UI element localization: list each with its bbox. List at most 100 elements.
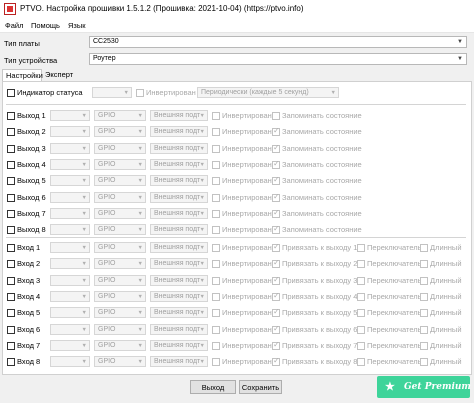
input-5-enable-checkbox[interactable] (7, 309, 15, 318)
tab-expert[interactable]: Эксперт (42, 69, 76, 81)
input-6-pin-select[interactable]: ▼ (50, 323, 90, 335)
input-7-inverted-checkbox[interactable] (212, 341, 220, 350)
input-3-switch-checkbox[interactable] (357, 276, 365, 285)
output-5-type-select[interactable]: GPIO ▼ (94, 175, 146, 187)
status-inverted-checkbox[interactable] (136, 89, 144, 97)
output-4-enable-checkbox[interactable] (7, 160, 15, 169)
input-6-inverted-checkbox[interactable] (212, 325, 220, 334)
output-1-pin-select[interactable]: ▼ (50, 110, 90, 121)
status-pin-select[interactable]: ▼ (92, 87, 132, 98)
input-1-inverted-checkbox[interactable] (212, 244, 220, 252)
input-1-enable-checkbox[interactable] (7, 244, 15, 252)
output-3-enable-checkbox[interactable] (7, 144, 15, 153)
input-3-pull-select[interactable]: Внешняя подт ▼ (150, 274, 208, 286)
input-6-bind-checkbox[interactable] (272, 324, 280, 334)
input-7-bind-checkbox[interactable] (272, 340, 280, 350)
input-5-long-checkbox[interactable] (420, 309, 428, 318)
output-1-enable-checkbox[interactable] (7, 112, 15, 120)
input-5-switch-checkbox[interactable] (357, 309, 365, 318)
output-1-pull-select[interactable]: Внешняя подт ▼ (150, 110, 208, 121)
input-2-switch-checkbox[interactable] (357, 260, 365, 269)
input-3-pin-select[interactable]: ▼ (50, 274, 90, 286)
input-2-inverted-checkbox[interactable] (212, 260, 220, 269)
input-5-pull-select[interactable]: Внешняя подт ▼ (150, 307, 208, 319)
output-2-inverted-checkbox[interactable] (212, 128, 220, 137)
input-6-type-select[interactable]: GPIO ▼ (94, 323, 146, 335)
output-5-pin-select[interactable]: ▼ (50, 175, 90, 187)
output-2-pull-select[interactable]: Внешняя подт ▼ (150, 126, 208, 138)
output-8-type-select[interactable]: GPIO ▼ (94, 224, 146, 236)
output-6-pull-select[interactable]: Внешняя подт ▼ (150, 191, 208, 203)
device-type-select[interactable]: Роутер ▼ (89, 53, 467, 65)
input-1-bind-checkbox[interactable] (272, 242, 280, 252)
output-6-inverted-checkbox[interactable] (212, 193, 220, 202)
input-2-enable-checkbox[interactable] (7, 260, 15, 269)
output-8-enable-checkbox[interactable] (7, 226, 15, 235)
output-4-remember-checkbox[interactable] (272, 159, 280, 169)
input-3-long-checkbox[interactable] (420, 276, 428, 285)
output-7-inverted-checkbox[interactable] (212, 209, 220, 218)
output-4-inverted-checkbox[interactable] (212, 160, 220, 169)
menu-language[interactable]: Язык (68, 21, 86, 30)
input-6-pull-select[interactable]: Внешняя подт ▼ (150, 323, 208, 335)
menu-help[interactable]: Помощь (31, 21, 60, 30)
input-5-bind-checkbox[interactable] (272, 307, 280, 318)
input-6-enable-checkbox[interactable] (7, 325, 15, 334)
output-2-pin-select[interactable]: ▼ (50, 126, 90, 138)
output-2-remember-checkbox[interactable] (272, 126, 280, 137)
output-8-pin-select[interactable]: ▼ (50, 224, 90, 236)
input-5-type-select[interactable]: GPIO ▼ (94, 307, 146, 319)
input-3-enable-checkbox[interactable] (7, 276, 15, 285)
input-6-switch-checkbox[interactable] (357, 325, 365, 334)
input-7-enable-checkbox[interactable] (7, 341, 15, 350)
output-4-pin-select[interactable]: ▼ (50, 158, 90, 170)
output-3-type-select[interactable]: GPIO ▼ (94, 142, 146, 154)
input-1-pin-select[interactable]: ▼ (50, 242, 90, 253)
input-1-type-select[interactable]: GPIO ▼ (94, 242, 146, 253)
board-type-select[interactable]: CC2530 ▼ (89, 36, 467, 48)
input-8-switch-checkbox[interactable] (357, 358, 365, 367)
output-2-enable-checkbox[interactable] (7, 128, 15, 137)
output-7-type-select[interactable]: GPIO ▼ (94, 207, 146, 219)
input-4-switch-checkbox[interactable] (357, 292, 365, 301)
input-7-pull-select[interactable]: Внешняя подт ▼ (150, 339, 208, 351)
output-4-type-select[interactable]: GPIO ▼ (94, 158, 146, 170)
input-2-bind-checkbox[interactable] (272, 258, 280, 269)
input-4-long-checkbox[interactable] (420, 292, 428, 301)
output-7-pull-select[interactable]: Внешняя подт ▼ (150, 207, 208, 219)
output-5-remember-checkbox[interactable] (272, 175, 280, 186)
input-3-inverted-checkbox[interactable] (212, 276, 220, 285)
input-5-pin-select[interactable]: ▼ (50, 307, 90, 319)
input-2-pin-select[interactable]: ▼ (50, 258, 90, 270)
input-7-switch-checkbox[interactable] (357, 341, 365, 350)
input-8-long-checkbox[interactable] (420, 358, 428, 367)
menu-file[interactable]: Файл (5, 21, 23, 30)
output-7-enable-checkbox[interactable] (7, 209, 15, 218)
save-button[interactable]: Сохранить (239, 380, 282, 394)
output-6-remember-checkbox[interactable] (272, 192, 280, 202)
output-5-inverted-checkbox[interactable] (212, 177, 220, 186)
input-8-inverted-checkbox[interactable] (212, 358, 220, 367)
output-5-pull-select[interactable]: Внешняя подт ▼ (150, 175, 208, 187)
input-7-long-checkbox[interactable] (420, 341, 428, 350)
output-7-pin-select[interactable]: ▼ (50, 207, 90, 219)
output-1-remember-checkbox[interactable] (272, 112, 280, 120)
output-7-remember-checkbox[interactable] (272, 208, 280, 218)
output-3-remember-checkbox[interactable] (272, 143, 280, 153)
input-8-pull-select[interactable]: Внешняя подт ▼ (150, 356, 208, 368)
input-7-pin-select[interactable]: ▼ (50, 339, 90, 351)
input-3-bind-checkbox[interactable] (272, 275, 280, 285)
input-1-long-checkbox[interactable] (420, 244, 428, 252)
output-2-type-select[interactable]: GPIO ▼ (94, 126, 146, 138)
input-3-type-select[interactable]: GPIO ▼ (94, 274, 146, 286)
exit-button[interactable]: Выход (190, 380, 236, 394)
output-8-inverted-checkbox[interactable] (212, 226, 220, 235)
output-6-enable-checkbox[interactable] (7, 193, 15, 202)
output-3-inverted-checkbox[interactable] (212, 144, 220, 153)
input-4-inverted-checkbox[interactable] (212, 292, 220, 301)
input-8-pin-select[interactable]: ▼ (50, 356, 90, 368)
output-6-pin-select[interactable]: ▼ (50, 191, 90, 203)
input-1-switch-checkbox[interactable] (357, 244, 365, 252)
input-5-inverted-checkbox[interactable] (212, 309, 220, 318)
status-mode-select[interactable]: Периодически (каждые 5 секунд) ▼ (197, 87, 339, 98)
